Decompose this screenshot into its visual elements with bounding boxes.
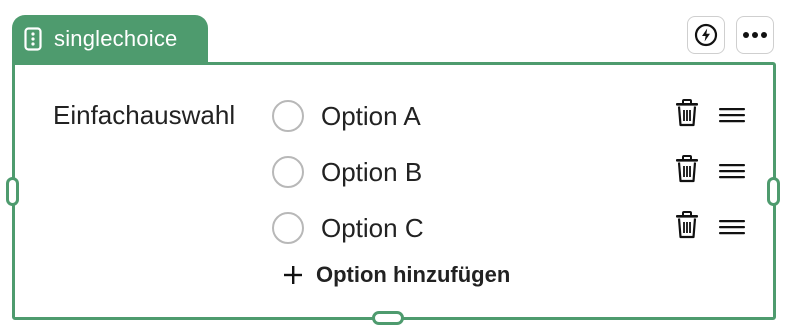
block-type-tab[interactable]: singlechoice (12, 15, 208, 63)
add-option-label: Option hinzufügen (316, 262, 511, 287)
lightning-bolt-icon (694, 23, 718, 47)
vertical-dots-icon (24, 27, 42, 51)
option-row: Option B (272, 155, 762, 189)
drag-handle-icon[interactable] (719, 106, 745, 124)
option-label[interactable]: Option B (321, 157, 422, 188)
question-label[interactable]: Einfachauswahl (53, 100, 235, 131)
plus-icon (284, 266, 302, 284)
trash-icon[interactable] (675, 155, 699, 183)
option-row: Option C (272, 211, 762, 245)
automation-button[interactable] (687, 16, 725, 54)
radio-button[interactable] (272, 156, 304, 188)
resize-handle-left[interactable] (6, 177, 19, 206)
radio-button[interactable] (272, 100, 304, 132)
option-label[interactable]: Option C (321, 213, 424, 244)
drag-handle-icon[interactable] (719, 162, 745, 180)
option-label[interactable]: Option A (321, 101, 421, 132)
resize-handle-right[interactable] (767, 177, 780, 206)
radio-button[interactable] (272, 212, 304, 244)
resize-handle-bottom[interactable] (372, 311, 404, 325)
drag-handle-icon[interactable] (719, 218, 745, 236)
trash-icon[interactable] (675, 99, 699, 127)
more-button[interactable] (736, 16, 774, 54)
option-row: Option A (272, 99, 762, 133)
trash-icon[interactable] (675, 211, 699, 239)
block-type-label: singlechoice (54, 26, 178, 51)
more-horizontal-icon (743, 32, 767, 38)
add-option-button[interactable]: Option hinzufügen (283, 262, 510, 288)
